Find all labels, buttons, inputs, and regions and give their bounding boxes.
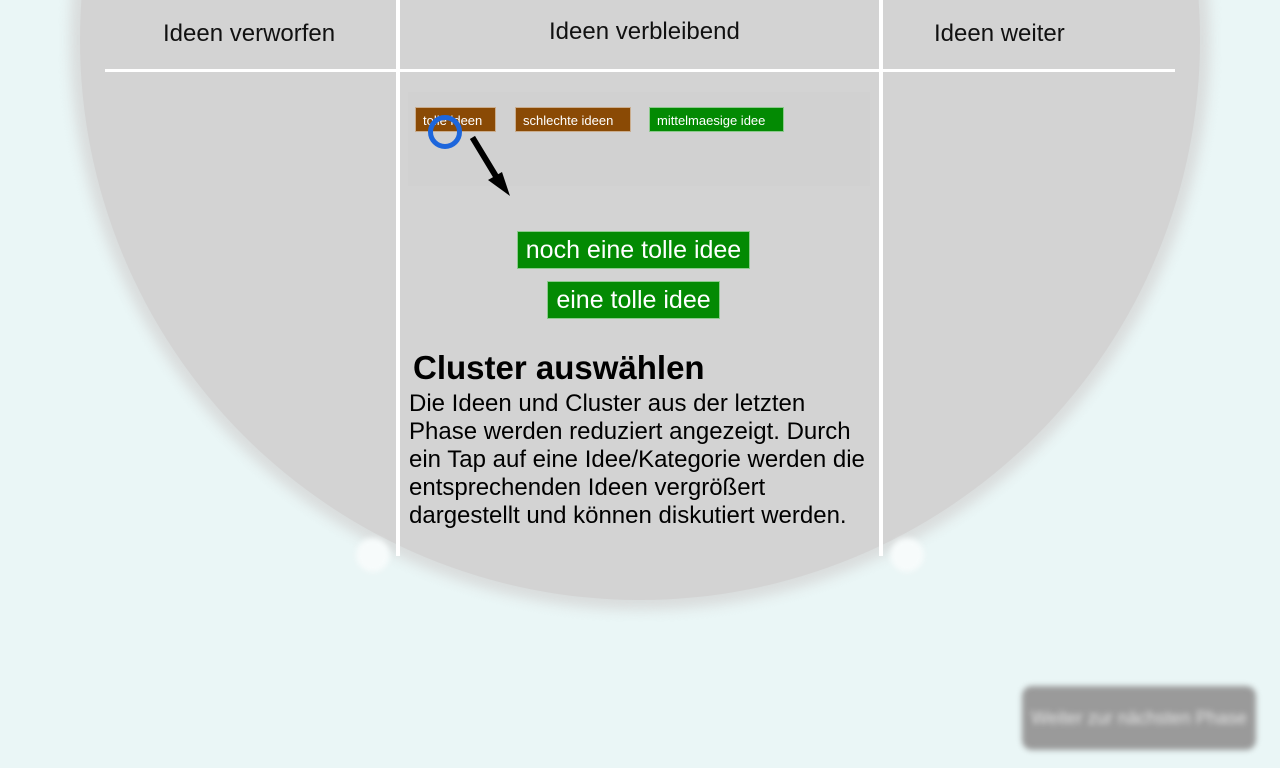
column-header-next: Ideen weiter <box>934 20 1065 47</box>
help-text: Die Ideen und Cluster aus der letzten Ph… <box>409 390 865 529</box>
column-divider-left-cap <box>356 538 390 572</box>
arrow-down-right-icon <box>469 135 510 196</box>
category-chip-schlechte-ideen[interactable]: schlechte ideen <box>515 107 631 132</box>
idea-card-noch-eine-tolle-idee[interactable]: noch eine tolle idee <box>517 231 750 269</box>
tap-circle-icon <box>428 115 462 149</box>
column-divider-left <box>396 0 400 556</box>
help-title: Cluster auswählen <box>413 349 705 386</box>
header-divider <box>105 69 1175 72</box>
continue-button[interactable]: Weiter zur nächsten Phase <box>1022 686 1256 750</box>
column-header-discarded: Ideen verworfen <box>163 20 336 47</box>
idea-card-eine-tolle-idee[interactable]: eine tolle idee <box>547 281 720 319</box>
column-header-remaining: Ideen verbleibend <box>549 18 740 45</box>
category-chip-mittelmaesige-idee[interactable]: mittelmaesige idee <box>649 107 784 132</box>
column-divider-right <box>879 0 883 556</box>
column-divider-right-cap <box>890 538 924 572</box>
